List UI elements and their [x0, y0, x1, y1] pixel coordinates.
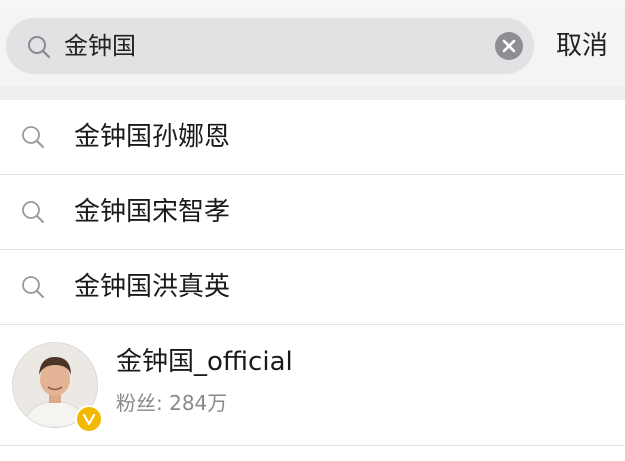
search-icon: [20, 199, 46, 225]
suggestion-label: 金钟国洪真英: [74, 272, 231, 302]
clear-icon[interactable]: [495, 32, 523, 60]
search-header: 金钟国 取消: [0, 0, 625, 86]
fans-count-line: 粉丝: 284万: [116, 389, 227, 417]
user-name: 金钟国_official: [116, 347, 293, 377]
verified-badge-icon: [75, 405, 103, 433]
search-icon: [20, 274, 46, 300]
search-query-text: 金钟国: [64, 32, 136, 60]
suggestion-label: 金钟国孙娜恩: [74, 122, 231, 152]
section-divider: [0, 86, 625, 100]
user-result-row[interactable]: 金钟国_official 粉丝: 284万: [0, 325, 625, 446]
suggestion-item[interactable]: 金钟国洪真英: [0, 250, 625, 325]
suggestion-list: 金钟国孙娜恩 金钟国宋智孝 金钟国洪真英: [0, 100, 625, 325]
fans-label: 粉丝:: [116, 391, 163, 415]
fans-count: 284万: [169, 391, 228, 415]
search-input[interactable]: 金钟国: [6, 18, 534, 74]
cancel-button[interactable]: 取消: [556, 28, 608, 64]
search-icon: [20, 124, 46, 150]
suggestion-item[interactable]: 金钟国孙娜恩: [0, 100, 625, 175]
search-icon: [26, 34, 52, 60]
status-bar: [0, 0, 625, 8]
suggestion-item[interactable]: 金钟国宋智孝: [0, 175, 625, 250]
suggestion-label: 金钟国宋智孝: [74, 197, 231, 227]
